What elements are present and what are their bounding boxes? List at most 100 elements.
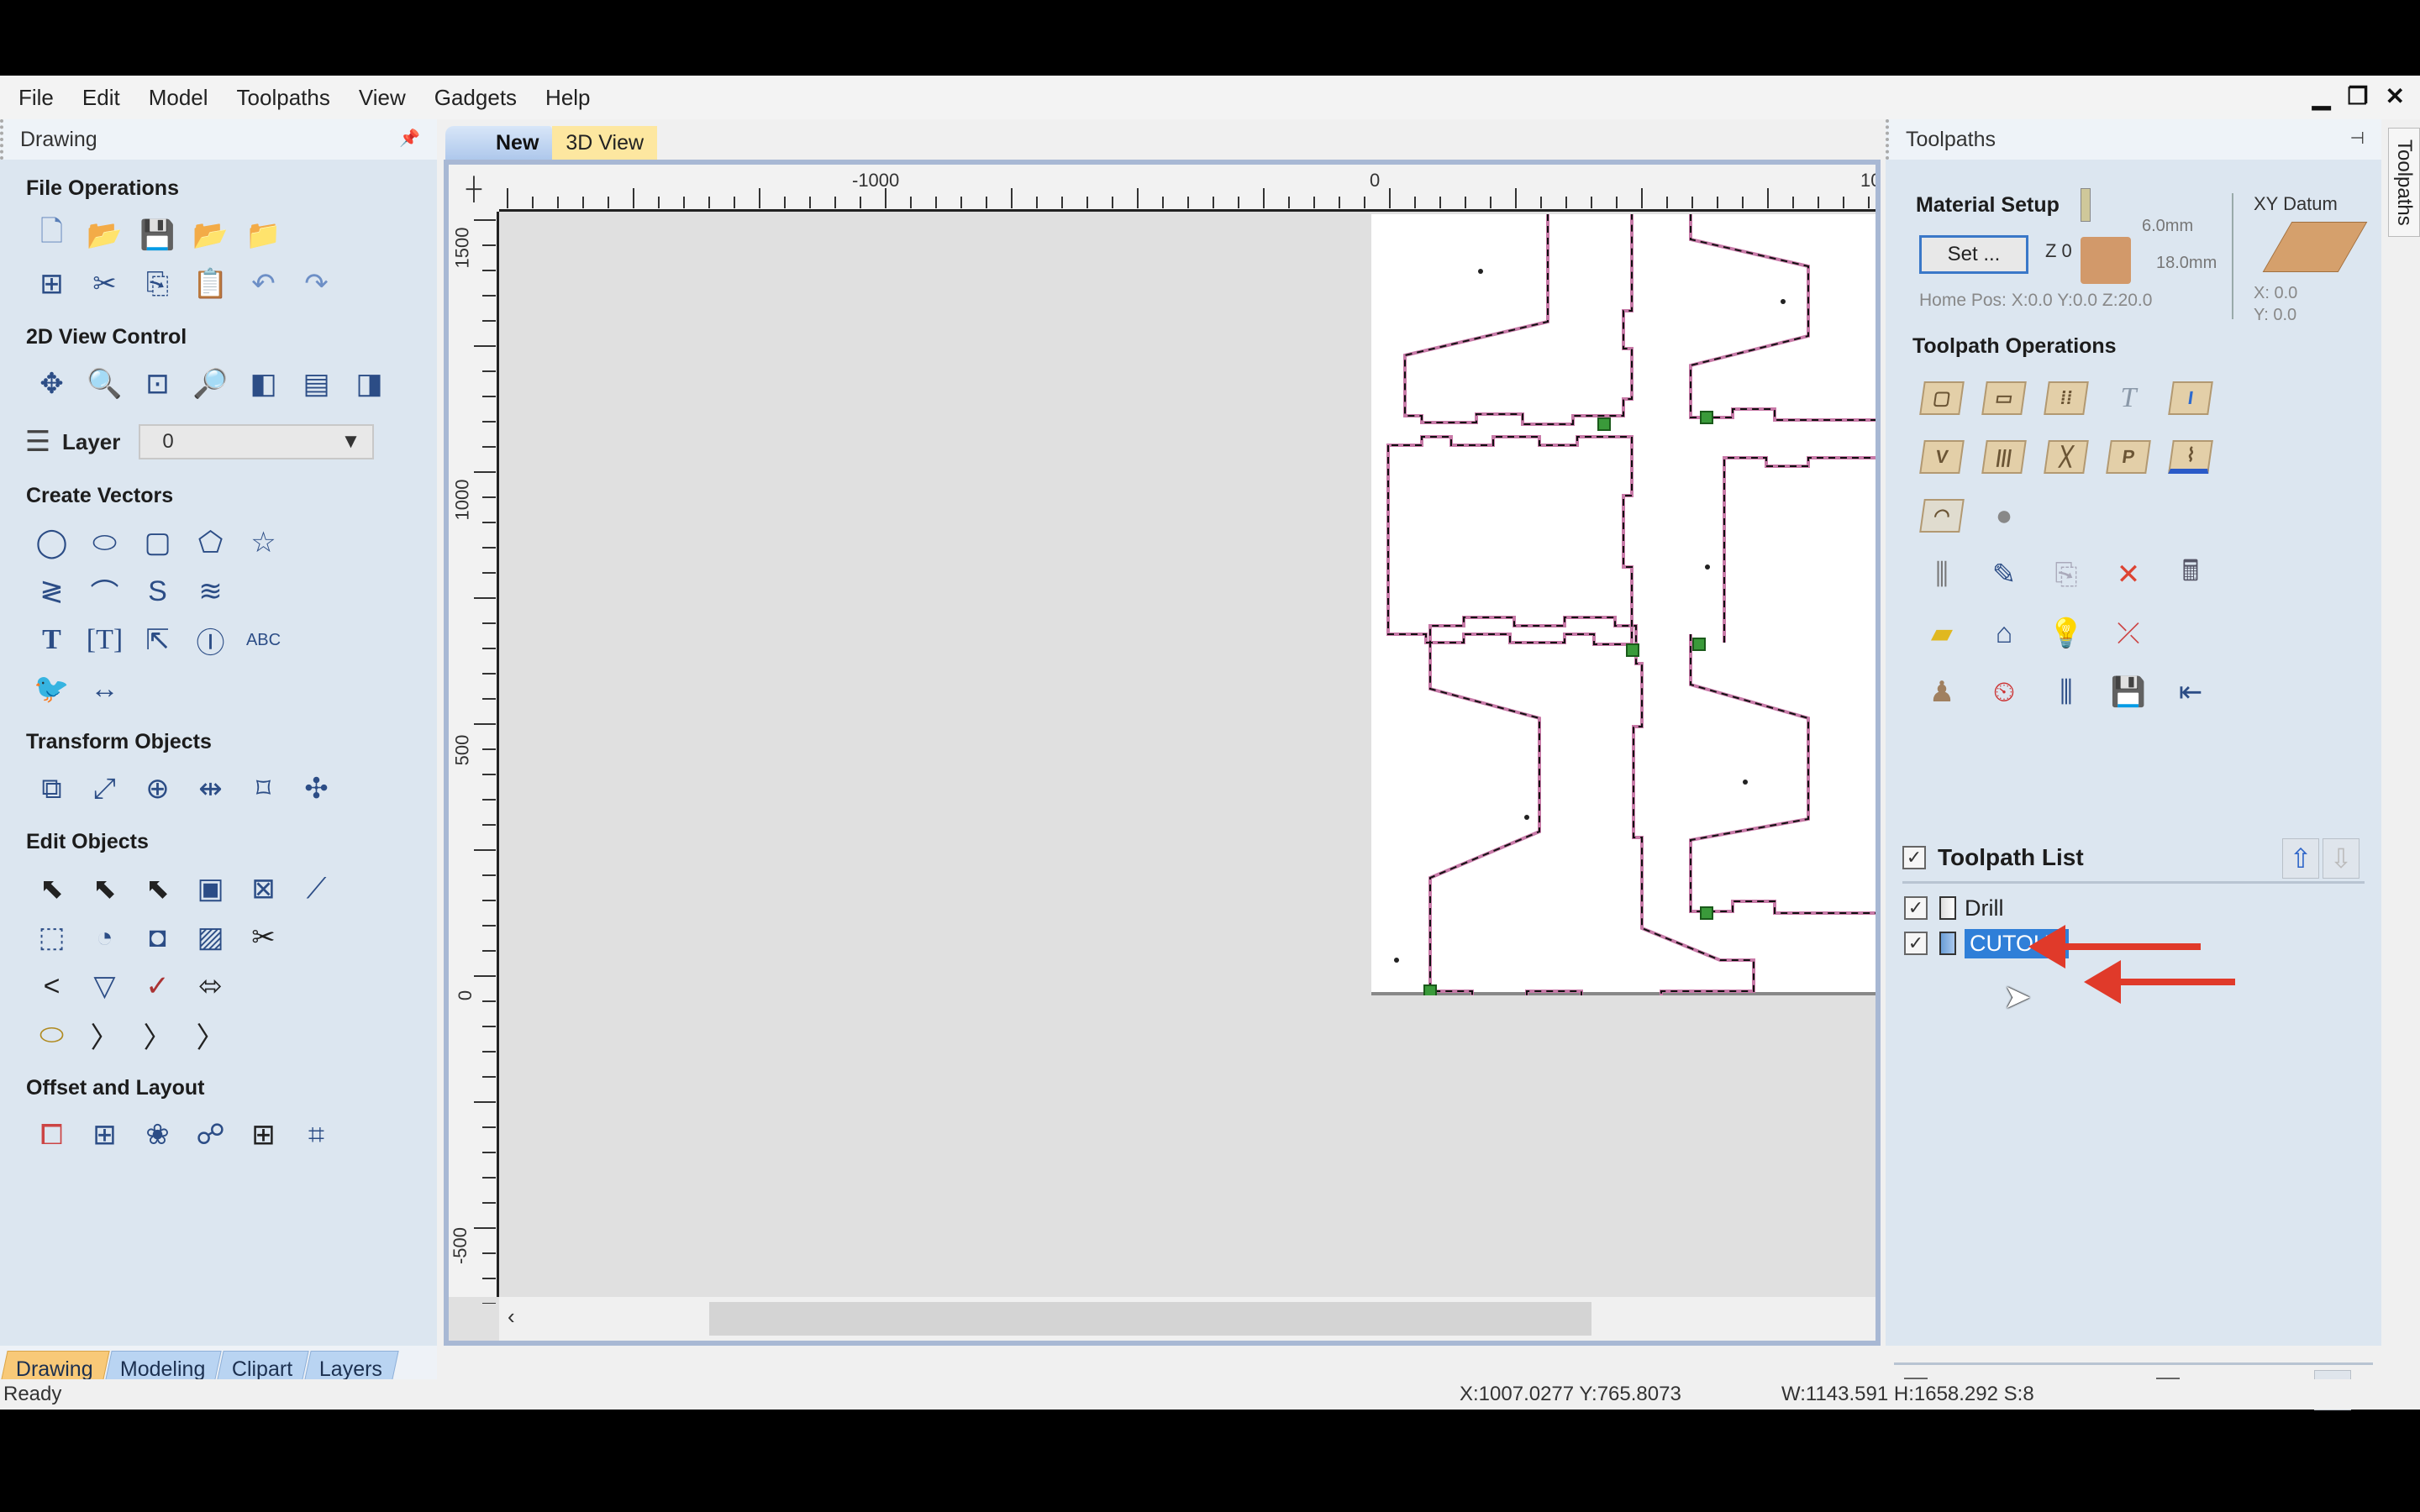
node-edit-icon[interactable]: ⬉ — [78, 867, 131, 911]
interactive-select-icon[interactable]: ⬉ — [131, 867, 184, 911]
view-grid-icon[interactable]: ▤ — [290, 362, 343, 406]
copy-along-icon[interactable]: ☍ — [184, 1113, 237, 1157]
view-left-icon[interactable]: ◧ — [237, 362, 290, 406]
weld-icon[interactable]: ⬚ — [25, 916, 78, 959]
pin-icon[interactable]: 📌 — [399, 128, 420, 149]
fluting-toolpath-icon[interactable]: ||| — [1973, 432, 2035, 482]
distort-icon[interactable]: ⌑ — [237, 767, 290, 811]
moulding-toolpath-icon[interactable]: ⌇ — [2160, 432, 2222, 482]
auto-layout-text-icon[interactable]: Ⓘ — [184, 618, 237, 662]
toolpath-checkbox[interactable]: ✓ — [1904, 932, 1928, 955]
group-icon[interactable]: ▣ — [184, 867, 237, 911]
drilling-toolpath-icon[interactable]: ⁞⁞ — [2035, 373, 2097, 423]
intersect-icon[interactable]: ◘ — [131, 916, 184, 959]
measure-icon[interactable]: ⟋ — [290, 867, 343, 911]
polygon-icon[interactable]: ⬠ — [184, 521, 237, 564]
menu-edit[interactable]: Edit — [82, 85, 120, 111]
save-icon[interactable]: 💾 — [131, 213, 184, 257]
import-folder-icon[interactable]: 📁 — [237, 213, 290, 257]
dogbone-icon[interactable]: 〉 — [131, 1013, 184, 1057]
circular-array-icon[interactable]: ❀ — [131, 1113, 184, 1157]
join-icon[interactable]: ▽ — [78, 964, 131, 1008]
menu-help[interactable]: Help — [545, 85, 590, 111]
cut-icon[interactable]: ✂ — [78, 262, 131, 306]
delete-toolpath-icon[interactable]: ✕ — [2097, 549, 2160, 600]
minimize-icon[interactable]: ▁ — [2312, 82, 2331, 110]
menu-model[interactable]: Model — [149, 85, 208, 111]
trim-icon[interactable]: ✂ — [237, 916, 290, 959]
horizontal-scrollbar[interactable]: ‹ — [499, 1297, 1876, 1341]
circle-icon[interactable]: ◯ — [25, 521, 78, 564]
texture-toolpath-icon[interactable]: ╳ — [2035, 432, 2097, 482]
move-up-icon[interactable]: ⇧ — [2282, 838, 2319, 879]
pin-icon[interactable]: ⊣ — [2350, 128, 2365, 149]
save-toolpaths-icon[interactable]: 💾 — [2097, 667, 2160, 717]
zoom-box-icon[interactable]: 🔍 — [78, 362, 131, 406]
close-icon[interactable]: ✕ — [2386, 82, 2405, 110]
undo-icon[interactable]: ↶ — [237, 262, 290, 306]
close-panel-icon[interactable]: ⇤ — [2160, 667, 2222, 717]
new-file-icon[interactable]: 🗋 — [25, 213, 78, 257]
menu-view[interactable]: View — [359, 85, 406, 111]
smooth-icon[interactable]: ✓ — [131, 964, 184, 1008]
align-icon[interactable]: ⊕ — [131, 767, 184, 811]
scrollbar-thumb[interactable] — [709, 1302, 1591, 1336]
quick-engrave-icon[interactable]: T — [2097, 373, 2160, 423]
toolpath-list-checkbox[interactable]: ✓ — [1902, 845, 1926, 869]
zoom-selection-icon[interactable]: 🔎 — [184, 362, 237, 406]
2d-view-canvas[interactable]: ┼ -1000 0 1000 1500 1000 500 0 -500 — [449, 165, 1876, 1341]
array-copy-icon[interactable]: ⊞ — [78, 1113, 131, 1157]
tab-new[interactable]: New — [445, 126, 553, 160]
text-icon[interactable]: T — [25, 618, 78, 662]
calculate-toolpath-icon[interactable]: 🖩 — [2160, 549, 2222, 600]
arc-text-icon[interactable]: ABC — [237, 618, 290, 662]
curve-fit-icon[interactable]: ⬭ — [25, 1013, 78, 1057]
copy-toolpath-icon[interactable]: ⎘ — [2035, 549, 2097, 600]
template-wizard-icon[interactable]: 💡 — [2035, 608, 2097, 659]
tool-database-icon[interactable]: ⫼ — [1911, 549, 1973, 600]
profile-toolpath-icon[interactable]: ▢ — [1911, 373, 1973, 423]
star-icon[interactable]: ☆ — [237, 521, 290, 564]
polyline-icon[interactable]: ≷ — [25, 570, 78, 613]
edit-toolpath-icon[interactable]: ✎ — [1973, 549, 2035, 600]
tab-3d-view[interactable]: 3D View — [552, 126, 658, 160]
zoom-extents-icon[interactable]: ⊡ — [131, 362, 184, 406]
toolpath-list-item[interactable]: ✓ Drill — [1904, 890, 2373, 926]
trace-bitmap-icon[interactable]: 🐦 — [25, 667, 78, 711]
menu-toolpaths[interactable]: Toolpaths — [237, 85, 330, 111]
preview-toolpaths-icon[interactable]: ♟ — [1911, 667, 1973, 717]
scroll-left-icon[interactable]: ‹ — [508, 1304, 515, 1330]
mirror-icon[interactable]: ⇹ — [184, 767, 237, 811]
view-right-icon[interactable]: ◨ — [343, 362, 396, 406]
inlay-toolpath-icon[interactable]: I — [2160, 373, 2222, 423]
load-template-icon[interactable]: ▰ — [1911, 608, 1973, 659]
fillet-icon[interactable]: < — [25, 964, 78, 1008]
pan-icon[interactable]: ✥ — [25, 362, 78, 406]
save-as-folder-icon[interactable]: 📂 — [184, 213, 237, 257]
fill-pattern-icon[interactable]: ≋ — [184, 570, 237, 613]
xy-datum[interactable]: XY Datum X: 0.0 Y: 0.0 — [2254, 193, 2368, 326]
corner-icon[interactable]: 〉 — [78, 1013, 131, 1057]
prism-toolpath-icon[interactable]: P — [2097, 432, 2160, 482]
tbone-icon[interactable]: 〉 — [184, 1013, 237, 1057]
subtract-icon[interactable]: ◔ — [78, 916, 131, 959]
3d-roughing-icon[interactable]: ◠ — [1911, 491, 1973, 541]
open-file-icon[interactable]: 📂 — [78, 213, 131, 257]
restore-icon[interactable]: ❐ — [2347, 82, 2368, 110]
toolpath-summary-icon[interactable]: ⫼ — [2035, 667, 2097, 717]
pocket-toolpath-icon[interactable]: ▭ — [1973, 373, 2035, 423]
menu-file[interactable]: File — [18, 85, 54, 111]
paste-icon[interactable]: 📋 — [184, 262, 237, 306]
nesting-icon[interactable]: ⊞ — [237, 1113, 290, 1157]
ellipse-icon[interactable]: ⬭ — [78, 521, 131, 564]
text-on-curve-icon[interactable]: ⇱ — [131, 618, 184, 662]
layer-dropdown[interactable]: 0 ▼ — [139, 424, 375, 459]
copy-icon[interactable]: ⎘ — [131, 262, 184, 306]
toolpaths-side-tab[interactable]: Toolpaths — [2388, 128, 2420, 237]
toolpath-checkbox[interactable]: ✓ — [1904, 896, 1928, 920]
3d-finishing-icon[interactable]: ● — [1973, 491, 2035, 541]
offset-icon[interactable]: ⧠ — [25, 1113, 78, 1157]
close-vector-icon[interactable]: ⬄ — [184, 964, 237, 1008]
merge-toolpaths-icon[interactable]: ⤫ — [2097, 608, 2160, 659]
menu-gadgets[interactable]: Gadgets — [434, 85, 517, 111]
